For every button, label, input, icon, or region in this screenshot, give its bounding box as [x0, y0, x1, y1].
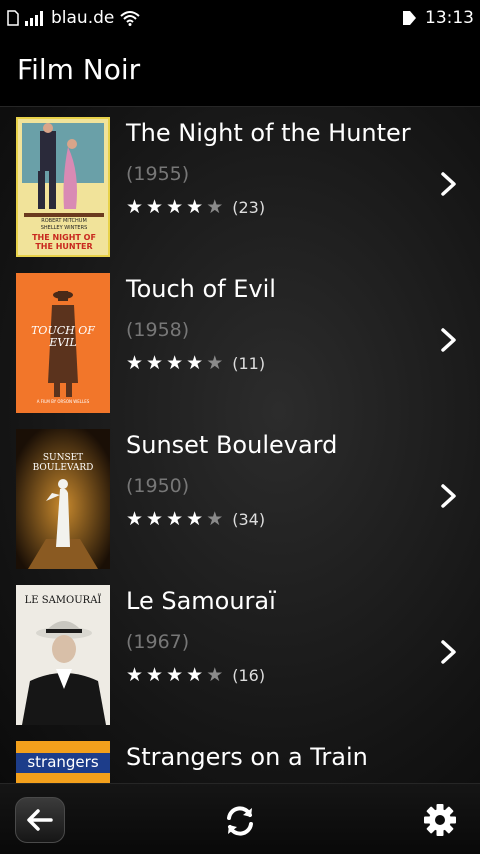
- poster-text: THE NIGHT OF THE HUNTER: [32, 233, 96, 251]
- list-item[interactable]: strangers Strangers on a Train: [0, 731, 480, 783]
- star-icon: ★: [146, 664, 164, 686]
- star-icon: ★: [146, 196, 164, 218]
- chevron-right-icon[interactable]: [436, 483, 462, 509]
- star-icon: ★: [206, 664, 224, 686]
- movie-title: Touch of Evil: [126, 275, 276, 303]
- poster-text: SUNSET: [42, 453, 84, 463]
- poster-text: ROBERT MITCHUM: [41, 218, 87, 224]
- rating-count: (23): [232, 197, 266, 217]
- back-button[interactable]: [15, 797, 65, 843]
- gear-icon[interactable]: [422, 802, 458, 838]
- star-icon: ★: [126, 664, 144, 686]
- star-icon: ★: [206, 196, 224, 218]
- poster-text: LE SAMOURAÏ: [24, 595, 102, 606]
- rating-count: (11): [232, 353, 266, 373]
- star-icon: ★: [206, 352, 224, 374]
- rating-count: (16): [232, 665, 266, 685]
- star-rating: ★ ★ ★ ★ ★ (34): [126, 509, 265, 529]
- star-rating: ★ ★ ★ ★ ★ (16): [126, 665, 265, 685]
- movie-year: (1967): [126, 631, 190, 653]
- list-item[interactable]: ROBERT MITCHUM SHELLEY WINTERS THE NIGHT…: [0, 107, 480, 263]
- movie-poster: TOUCH OF EVIL A FILM BY ORSON WELLES: [16, 273, 110, 413]
- notification-icon: [403, 11, 416, 25]
- list-item[interactable]: SUNSET BOULEVARD Sunset Boulevard (1950)…: [0, 419, 480, 575]
- movie-year: (1955): [126, 163, 190, 185]
- rating-count: (34): [232, 509, 266, 529]
- star-icon: ★: [126, 508, 144, 530]
- star-icon: ★: [126, 352, 144, 374]
- star-icon: ★: [166, 508, 184, 530]
- wifi-icon: [120, 11, 141, 26]
- star-icon: ★: [186, 352, 204, 374]
- movie-poster: LE SAMOURAÏ: [16, 585, 110, 725]
- movie-title: Sunset Boulevard: [126, 431, 338, 459]
- star-icon: ★: [126, 196, 144, 218]
- star-rating: ★ ★ ★ ★ ★ (11): [126, 353, 265, 373]
- carrier-name: blau.de: [51, 8, 115, 28]
- star-icon: ★: [166, 196, 184, 218]
- chevron-right-icon[interactable]: [436, 327, 462, 353]
- clock: 13:13: [425, 8, 474, 28]
- signal-icon: [25, 11, 43, 26]
- star-rating: ★ ★ ★ ★ ★ (23): [126, 197, 265, 217]
- movie-year: (1958): [126, 319, 190, 341]
- back-arrow-icon: [27, 809, 53, 831]
- movie-year: (1950): [126, 475, 190, 497]
- chevron-right-icon[interactable]: [436, 639, 462, 665]
- page-title: Film Noir: [17, 53, 141, 86]
- status-bar: blau.de 13:13: [0, 0, 480, 36]
- movie-list[interactable]: ROBERT MITCHUM SHELLEY WINTERS THE NIGHT…: [0, 107, 480, 783]
- poster-text: A FILM BY ORSON WELLES: [36, 399, 90, 404]
- poster-text: TOUCH OF EVIL: [31, 324, 95, 349]
- star-icon: ★: [186, 508, 204, 530]
- movie-poster: ROBERT MITCHUM SHELLEY WINTERS THE NIGHT…: [16, 117, 110, 257]
- star-icon: ★: [206, 508, 224, 530]
- star-icon: ★: [186, 664, 204, 686]
- poster-text: strangers: [27, 753, 99, 771]
- header: Film Noir: [0, 36, 480, 107]
- refresh-icon[interactable]: [222, 803, 258, 839]
- star-icon: ★: [166, 352, 184, 374]
- sim-icon: [7, 10, 19, 26]
- poster-text: BOULEVARD: [32, 463, 94, 473]
- poster-text: SHELLEY WINTERS: [40, 225, 88, 231]
- chevron-right-icon[interactable]: [436, 171, 462, 197]
- movie-title: The Night of the Hunter: [126, 119, 411, 147]
- movie-title: Le Samouraï: [126, 587, 276, 615]
- movie-poster: SUNSET BOULEVARD: [16, 429, 110, 569]
- star-icon: ★: [166, 664, 184, 686]
- star-icon: ★: [146, 352, 164, 374]
- list-item[interactable]: LE SAMOURAÏ Le Samouraï (1967) ★ ★ ★ ★ ★…: [0, 575, 480, 731]
- list-item[interactable]: TOUCH OF EVIL A FILM BY ORSON WELLES Tou…: [0, 263, 480, 419]
- movie-title: Strangers on a Train: [126, 743, 368, 771]
- star-icon: ★: [186, 196, 204, 218]
- bottom-toolbar: [0, 783, 480, 854]
- star-icon: ★: [146, 508, 164, 530]
- movie-poster: strangers: [16, 741, 110, 783]
